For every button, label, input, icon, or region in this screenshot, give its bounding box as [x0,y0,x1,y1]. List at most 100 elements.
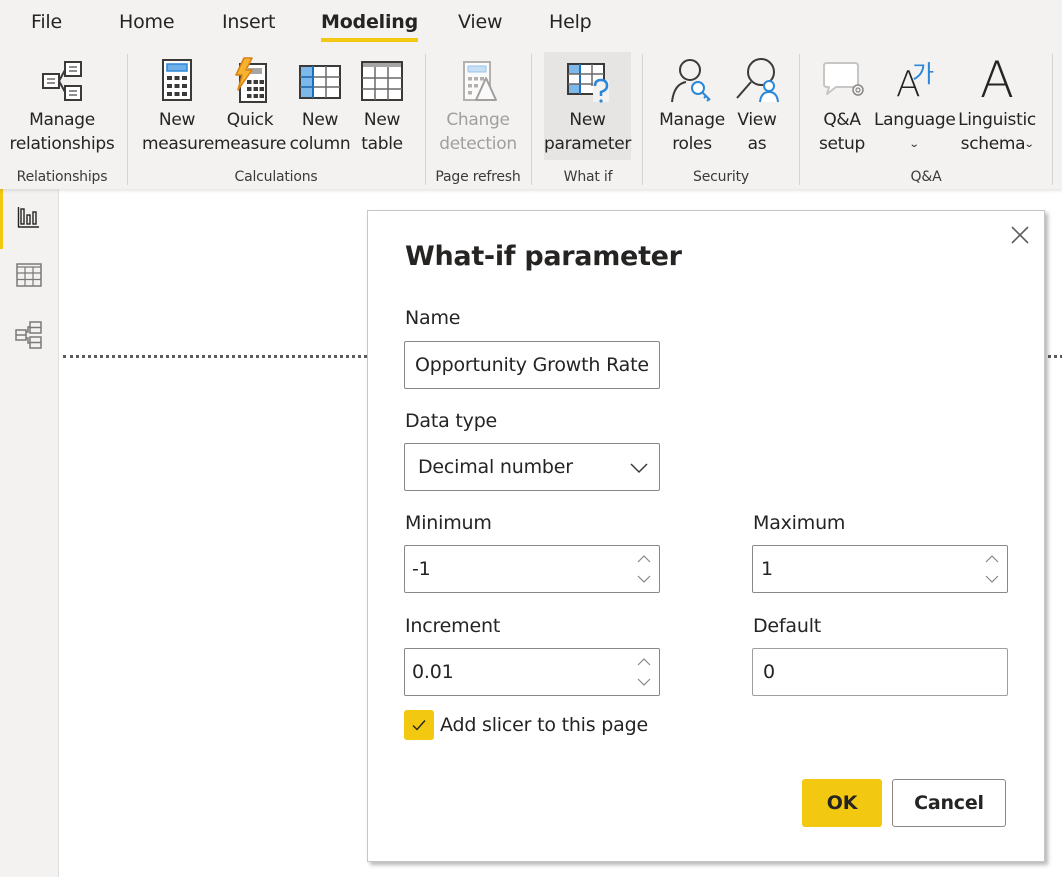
data-view-button[interactable] [0,247,58,307]
name-input[interactable]: Opportunity Growth Rate [404,341,660,389]
data-type-select[interactable]: Decimal number [404,443,660,491]
new-column-label-1: New [301,110,339,130]
linguistic-schema-label-2: schema [960,134,1026,154]
chevron-down-icon [630,463,648,474]
tab-file[interactable]: File [31,11,62,33]
what-if-parameter-dialog: What-if parameter Name Opportunity Growt… [367,210,1045,862]
qa-setup-icon [818,56,866,104]
group-label-security: Security [693,169,749,185]
ribbon-tab-bar: File Home Insert Modeling View Help [0,0,1062,48]
group-label-relationships: Relationships [16,169,108,185]
new-parameter-label-1: New [569,110,606,130]
spin-buttons-icon[interactable] [985,554,999,584]
data-type-value: Decimal number [418,456,573,478]
manage-roles-button[interactable]: Manage roles [656,52,728,160]
add-slicer-label[interactable]: Add slicer to this page [440,714,648,736]
add-slicer-checkbox[interactable] [404,710,434,740]
linguistic-schema-label-1: Linguistic [958,110,1036,130]
quick-measure-label-1: Quick [226,110,274,130]
language-korean-glyph: 가 [912,60,935,88]
change-detection-label-1: Change [446,110,510,130]
chevron-down-icon: ⌄ [908,139,920,150]
group-divider [127,54,128,185]
tab-insert[interactable]: Insert [222,11,275,33]
cancel-button[interactable]: Cancel [892,779,1006,827]
close-button[interactable] [1008,223,1032,247]
view-as-icon [733,56,781,104]
model-view-button[interactable] [0,307,58,367]
default-value: 0 [763,661,775,683]
manage-roles-icon [668,56,716,104]
change-detection-button[interactable]: Change detection [438,52,518,160]
view-as-label-1: View [737,110,777,130]
new-column-button[interactable]: New column [289,52,351,160]
spin-buttons-icon[interactable] [637,657,651,687]
tab-modeling[interactable]: Modeling [321,11,418,42]
minimum-value: -1 [412,558,431,580]
increment-input[interactable]: 0.01 [404,648,660,696]
group-divider [1052,54,1053,185]
language-icon: A 가 [890,56,938,105]
bar-chart-icon [17,205,41,233]
language-dropdown-button[interactable]: A 가 Language ⌄ [874,52,956,160]
name-label: Name [405,307,461,329]
new-measure-button[interactable]: New measure [142,52,215,160]
new-column-icon [296,56,344,104]
quick-measure-icon [226,56,274,104]
name-input-value: Opportunity Growth Rate [415,354,649,376]
linguistic-schema-dropdown-button[interactable]: A Linguistic schema⌄ [957,52,1037,160]
minimum-input[interactable]: -1 [404,545,660,593]
report-view-button[interactable] [0,189,58,249]
maximum-input[interactable]: 1 [752,545,1008,593]
manage-roles-label-2: roles [672,134,712,154]
quick-measure-button[interactable]: Quick measure [214,52,286,160]
tab-home[interactable]: Home [119,11,175,33]
data-type-label: Data type [405,410,498,432]
default-input[interactable]: 0 [752,648,1008,696]
relationships-icon [38,56,86,104]
group-divider [425,54,426,185]
new-table-label-2: table [361,134,403,154]
new-table-label-1: New [363,110,401,130]
view-as-button[interactable]: View as [731,52,783,160]
checkmark-icon [412,720,426,731]
maximum-value: 1 [761,558,773,580]
view-switcher [0,189,59,877]
increment-value: 0.01 [412,661,454,683]
manage-relationships-label-1: Manage [29,110,95,130]
language-label: Language [874,110,956,130]
table-grid-icon [16,263,42,291]
dialog-title: What-if parameter [405,241,682,272]
qa-setup-button[interactable]: Q&A setup [813,52,871,160]
view-as-label-2: as [747,134,767,154]
qa-setup-label-1: Q&A [823,110,861,130]
new-measure-label-2: measure [142,134,215,154]
manage-relationships-button[interactable]: Manage relationships [6,52,118,160]
group-label-qa: Q&A [910,169,942,185]
tab-help[interactable]: Help [549,11,592,33]
qa-setup-label-2: setup [818,134,866,154]
group-divider [642,54,643,185]
linguistic-glyph: A [979,51,1015,109]
spin-buttons-icon[interactable] [637,554,651,584]
tab-view[interactable]: View [458,11,502,33]
increment-label: Increment [405,615,501,637]
new-parameter-icon [564,56,612,104]
close-icon [1011,226,1029,244]
new-parameter-button[interactable]: New parameter [544,52,631,160]
change-detection-label-2: detection [439,134,517,154]
manage-relationships-label-2: relationships [9,134,115,154]
new-table-icon [358,56,406,104]
change-detection-icon [454,56,502,104]
default-label: Default [753,615,822,637]
ok-button[interactable]: OK [802,779,882,827]
quick-measure-label-2: measure [214,134,287,154]
group-label-calculations: Calculations [234,169,318,185]
new-table-button[interactable]: New table [355,52,409,160]
new-parameter-label-2: parameter [544,134,632,154]
new-measure-label-1: New [158,110,196,130]
group-divider [531,54,532,185]
model-icon [15,321,43,353]
ribbon: Manage relationships Relationships New mea… [0,48,1062,189]
maximum-label: Maximum [753,512,846,534]
